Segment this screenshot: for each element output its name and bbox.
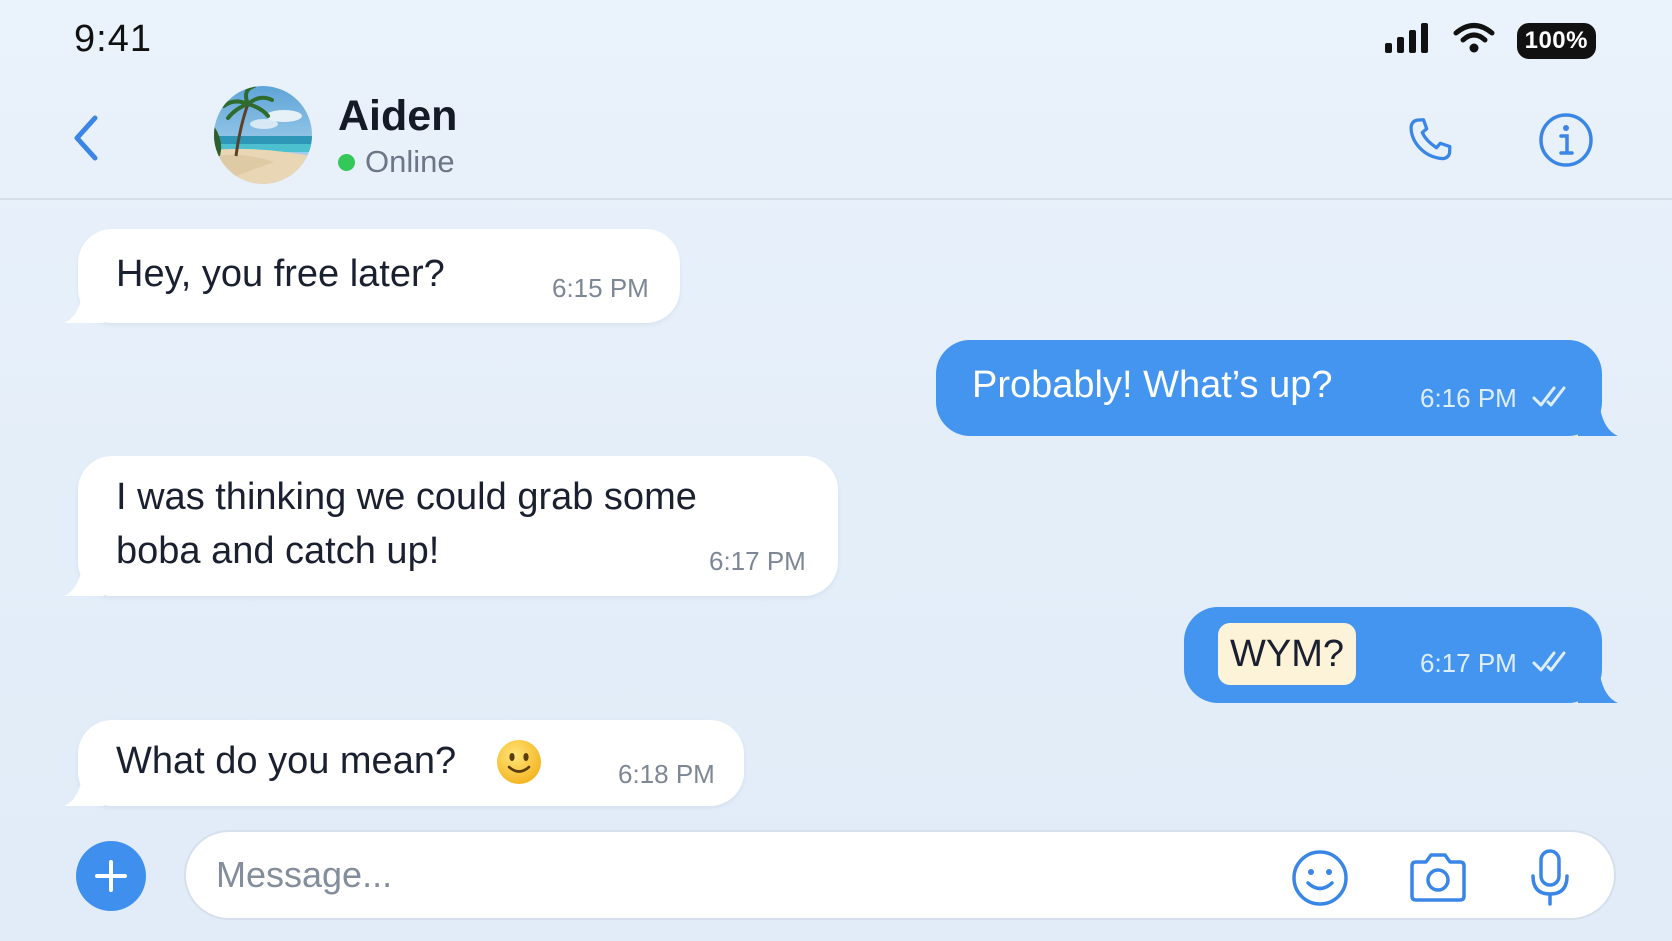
message-text: Probably! What’s up? [972,364,1333,406]
camera-icon [1410,853,1466,902]
status-icons: 100% [1384,22,1596,59]
message-text: WYM? [1218,623,1356,685]
add-attachment-button[interactable] [76,841,146,911]
message-list: Hey, you free later? 6:15 PM Probably! W… [0,200,1672,822]
message-time: 6:18 PM [618,759,715,789]
message-text-line-1: I was thinking we could grab some [116,476,697,518]
message-bubble-incoming[interactable]: I was thinking we could grab some boba a… [64,456,838,596]
contact-name: Aiden [338,92,458,140]
online-indicator [338,153,355,171]
microphone-icon [1531,849,1569,906]
message-text: What do you mean? [116,740,457,782]
battery-icon: 100% [1516,22,1596,59]
message-bubble-outgoing[interactable]: Probably! What’s up? 6:16 PM [936,340,1618,436]
emoji-icon [1292,850,1348,906]
emoji-button[interactable] [1290,848,1350,908]
camera-button[interactable] [1406,848,1470,908]
slightly-smiling-emoji [497,740,541,784]
phone-icon [1409,118,1452,161]
cellular-signal-icon [1384,23,1431,58]
message-text: Hey, you free later? [116,253,445,295]
message-time: 6:15 PM [552,273,649,303]
info-icon [1539,113,1593,167]
message-time: 6:17 PM [709,546,806,576]
back-button[interactable] [58,110,114,166]
message-bubble-outgoing[interactable]: WYM? 6:17 PM [1184,607,1618,703]
highlighted-text: WYM? [1218,623,1356,685]
wifi-icon [1453,22,1495,59]
call-button[interactable] [1398,108,1462,172]
bubble-tail [64,772,104,806]
chat-header: Aiden Online [0,80,1672,200]
plus-icon [95,860,127,892]
message-time: 6:17 PM [1420,648,1517,678]
message-composer [0,822,1672,941]
message-bubble-incoming[interactable]: What do you mean? 6:18 PM [64,720,744,806]
avatar[interactable] [214,86,312,184]
chevron-left-icon [74,115,98,161]
presence-label: Online [365,144,455,179]
presence-status: Online [338,144,455,180]
read-receipt-icon [1532,651,1566,672]
status-bar: 9:41 100% [0,0,1672,80]
microphone-button[interactable] [1520,848,1580,908]
read-receipt-icon [1532,386,1566,407]
message-text-line-2: boba and catch up! [116,530,440,572]
message-bubble-incoming[interactable]: Hey, you free later? 6:15 PM [64,229,680,323]
bubble-tail [1578,669,1618,703]
bubble-tail [1578,402,1618,436]
bubble-tail [64,289,104,323]
status-time: 9:41 [74,18,152,60]
bubble-tail [64,562,104,596]
message-input[interactable] [184,830,1616,920]
info-button[interactable] [1534,108,1598,172]
message-time: 6:16 PM [1420,383,1517,413]
